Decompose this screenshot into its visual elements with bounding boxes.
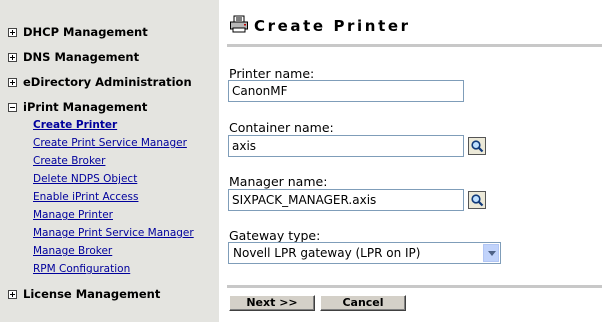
gateway-type-value: Novell LPR gateway (LPR on IP): [233, 246, 421, 260]
sidebar-link-enable-iprint-access[interactable]: Enable iPrint Access: [33, 190, 138, 204]
expand-plus-icon[interactable]: [8, 52, 17, 62]
sidebar-section-label: DNS Management: [23, 50, 140, 64]
gateway-type-select[interactable]: Novell LPR gateway (LPR on IP): [228, 242, 501, 264]
sidebar-link-manage-broker[interactable]: Manage Broker: [33, 244, 112, 258]
container-browse-button[interactable]: [468, 137, 486, 155]
sidebar-link-create-printer[interactable]: Create Printer: [33, 118, 117, 132]
sidebar-link-manage-print-service-manager[interactable]: Manage Print Service Manager: [33, 226, 194, 240]
gateway-type-label: Gateway type:: [229, 228, 321, 243]
sidebar-section-dhcp[interactable]: DHCP Management: [8, 24, 148, 40]
search-icon: [471, 194, 484, 207]
bottom-divider: [227, 285, 602, 288]
next-button[interactable]: Next >>: [229, 295, 315, 311]
printer-name-label: Printer name:: [229, 66, 315, 81]
manager-name-input[interactable]: SIXPACK_MANAGER.axis: [228, 189, 464, 211]
expand-plus-icon[interactable]: [8, 77, 17, 87]
container-name-label: Container name:: [229, 120, 334, 135]
sidebar-link-delete-ndps-object[interactable]: Delete NDPS Object: [33, 172, 137, 186]
manager-browse-button[interactable]: [468, 191, 486, 209]
collapse-minus-icon[interactable]: [8, 102, 17, 112]
sidebar-link-rpm-configuration[interactable]: RPM Configuration: [33, 262, 130, 276]
search-icon: [471, 140, 484, 153]
expand-plus-icon[interactable]: [8, 289, 17, 299]
cancel-button[interactable]: Cancel: [320, 295, 406, 311]
sidebar-link-manage-printer[interactable]: Manage Printer: [33, 208, 113, 222]
sidebar-section-dns[interactable]: DNS Management: [8, 49, 139, 65]
sidebar-section-label: iPrint Management: [23, 100, 148, 114]
sidebar-section-label: License Management: [23, 287, 161, 301]
sidebar-section-edirectory[interactable]: eDirectory Administration: [8, 74, 192, 90]
sidebar-link-create-broker[interactable]: Create Broker: [33, 154, 105, 168]
main-panel: Create Printer Printer name: CanonMF Con…: [219, 0, 602, 322]
sidebar-section-label: DHCP Management: [23, 25, 148, 39]
printer-name-input[interactable]: CanonMF: [228, 80, 464, 102]
sidebar: DHCP Management DNS Management eDirector…: [0, 0, 219, 322]
title-divider: [227, 44, 602, 47]
printer-icon: [229, 15, 249, 33]
page-title: Create Printer: [254, 17, 411, 35]
sidebar-section-iprint[interactable]: iPrint Management: [8, 99, 147, 115]
container-name-input[interactable]: axis: [228, 135, 464, 157]
expand-plus-icon[interactable]: [8, 27, 17, 37]
sidebar-section-license[interactable]: License Management: [8, 286, 160, 302]
sidebar-section-label: eDirectory Administration: [23, 75, 192, 89]
sidebar-link-create-print-service-manager[interactable]: Create Print Service Manager: [33, 136, 187, 150]
manager-name-label: Manager name:: [229, 174, 328, 189]
chevron-down-icon[interactable]: [483, 244, 499, 262]
